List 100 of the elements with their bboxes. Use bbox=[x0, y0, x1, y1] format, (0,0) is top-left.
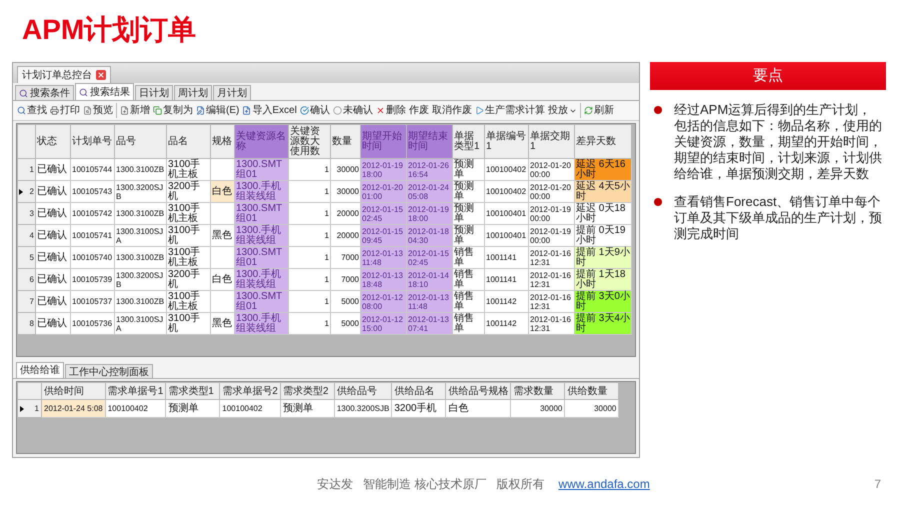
table-cell: 1300.手机组装线组 bbox=[234, 180, 288, 202]
row-pointer-icon bbox=[20, 406, 24, 412]
close-icon[interactable] bbox=[96, 70, 106, 80]
table-cell: 2012-01-18 04:30 bbox=[406, 224, 452, 246]
bullet-text: 查看销售Forecast、销售订单中每个订单及其下级单成品的生产计划，预测完成时间 bbox=[674, 194, 883, 242]
table-cell: 2012-01-15 02:45 bbox=[360, 202, 406, 224]
column-header[interactable]: 品号 bbox=[114, 124, 166, 158]
check-circle-icon bbox=[300, 106, 309, 115]
new-document-icon bbox=[120, 106, 129, 115]
table-cell: 100100402 bbox=[484, 158, 528, 180]
toolbar-button[interactable]: 未确认 bbox=[332, 103, 373, 118]
toolbar-button[interactable]: 新增 bbox=[120, 103, 150, 118]
tab[interactable]: 供给给谁 bbox=[16, 362, 64, 378]
table-cell: 已确认 bbox=[36, 180, 70, 202]
table-cell: 1 bbox=[288, 158, 330, 180]
column-header[interactable]: 单据编号1 bbox=[484, 124, 528, 158]
column-header[interactable]: 供给品名 bbox=[392, 382, 446, 400]
table-cell: 白色 bbox=[210, 180, 234, 202]
table-cell: 销售单 bbox=[452, 246, 484, 268]
table-cell: 3100手机主板 bbox=[166, 246, 210, 268]
table-cell: 3100手机 bbox=[166, 224, 210, 246]
table-cell: 1 bbox=[288, 268, 330, 290]
table-cell: 预测单 bbox=[452, 158, 484, 180]
tab[interactable]: 工作中心控制面板 bbox=[65, 364, 153, 378]
column-header[interactable]: 品名 bbox=[166, 124, 210, 158]
toolbar-button[interactable]: 刷新 bbox=[584, 103, 614, 118]
toolbar-button[interactable]: 编辑(E) bbox=[196, 103, 240, 118]
table-cell: 100100401 bbox=[484, 202, 528, 224]
toolbar-button[interactable]: 打印 bbox=[50, 103, 80, 118]
table-cell: 20000 bbox=[330, 202, 360, 224]
table-cell: 3100手机主板 bbox=[166, 290, 210, 312]
table-cell: 3100手机主板 bbox=[166, 158, 210, 180]
tab[interactable]: 日计划 bbox=[135, 85, 173, 100]
table-cell: 1300.手机组装线组 bbox=[234, 224, 288, 246]
table-cell: 100105739 bbox=[70, 268, 114, 290]
toolbar-button[interactable]: 确认 bbox=[300, 103, 330, 118]
table-cell: 预测单 bbox=[452, 180, 484, 202]
table-cell: 已确认 bbox=[36, 268, 70, 290]
table-cell: 100105737 bbox=[70, 290, 114, 312]
toolbar-button[interactable]: 删除 bbox=[376, 103, 406, 118]
table-cell: 2012-01-19 00:00 bbox=[528, 202, 574, 224]
table-cell: 3200手机 bbox=[392, 400, 446, 418]
table-cell: 1 bbox=[288, 246, 330, 268]
column-header[interactable]: 单据交期1 bbox=[528, 124, 574, 158]
document-search-icon bbox=[83, 106, 92, 115]
column-header[interactable]: 供给数量 bbox=[564, 382, 619, 400]
tab[interactable]: 月计划 bbox=[213, 85, 251, 100]
column-header[interactable]: 数量 bbox=[330, 124, 360, 158]
window-tab[interactable]: 计划订单总控台 bbox=[17, 66, 111, 83]
toolbar-button[interactable]: 取消作废 bbox=[432, 103, 472, 118]
column-header[interactable]: 规格 bbox=[210, 124, 234, 158]
row-number: 4 bbox=[18, 224, 36, 246]
column-header[interactable]: 计划单号 bbox=[70, 124, 114, 158]
play-icon bbox=[474, 106, 484, 115]
table-cell: 7000 bbox=[330, 268, 360, 290]
column-header[interactable]: 需求单据号2 bbox=[220, 382, 280, 400]
tab[interactable]: 周计划 bbox=[174, 85, 212, 100]
table-cell: 2012-01-13 18:48 bbox=[360, 268, 406, 290]
toolbar-button[interactable]: 生产需求计算 bbox=[474, 103, 545, 118]
column-header[interactable]: 供给时间 bbox=[42, 382, 106, 400]
table-cell: 1001141 bbox=[484, 246, 528, 268]
column-header[interactable]: 供给品号规格 bbox=[446, 382, 511, 400]
table-cell: 预测单 bbox=[280, 400, 334, 418]
table-cell: 2012-01-12 08:00 bbox=[360, 290, 406, 312]
column-header[interactable]: 供给品号 bbox=[334, 382, 392, 400]
column-header[interactable]: 需求类型2 bbox=[280, 382, 334, 400]
toolbar-button[interactable]: 查找 bbox=[17, 103, 47, 118]
row-number: 5 bbox=[18, 246, 36, 268]
table-cell: 2012-01-16 12:31 bbox=[528, 312, 574, 334]
row-number: 6 bbox=[18, 268, 36, 290]
tab[interactable]: 搜索结果 bbox=[75, 83, 134, 100]
table-cell: 2012-01-15 02:45 bbox=[406, 246, 452, 268]
table-cell: 已确认 bbox=[36, 312, 70, 334]
table-cell: 3200手机 bbox=[166, 180, 210, 202]
column-header[interactable]: 需求单据号1 bbox=[105, 382, 166, 400]
toolbar-button[interactable]: 复制为 bbox=[153, 103, 193, 118]
column-header[interactable]: 单据类型1 bbox=[452, 124, 484, 158]
toolbar-button[interactable]: 导入Excel bbox=[242, 103, 297, 118]
toolbar-button[interactable]: 作废 bbox=[408, 103, 429, 118]
table-cell: 1001142 bbox=[484, 312, 528, 334]
column-header[interactable]: 需求数量 bbox=[510, 382, 565, 400]
column-header[interactable]: 差异天数 bbox=[574, 124, 632, 158]
toolbar-button[interactable]: 投放 bbox=[548, 103, 577, 118]
table-cell: 2012-01-19 18:00 bbox=[406, 202, 452, 224]
row-pointer-icon bbox=[19, 188, 23, 194]
column-header[interactable]: 需求类型1 bbox=[166, 382, 220, 400]
row-number: 1 bbox=[18, 158, 36, 180]
table-cell: 2012-01-16 12:31 bbox=[528, 246, 574, 268]
table-cell: 2012-01-12 15:00 bbox=[360, 312, 406, 334]
table-cell: 2012-01-19 00:00 bbox=[528, 224, 574, 246]
toolbar-button[interactable]: 预览 bbox=[83, 103, 113, 118]
table-cell: 100105742 bbox=[70, 202, 114, 224]
table-cell: 1300.3200SJB bbox=[334, 400, 392, 418]
column-header[interactable]: 状态 bbox=[36, 124, 70, 158]
website-link[interactable]: www.andafa.com bbox=[558, 475, 650, 493]
table-cell: 已确认 bbox=[36, 246, 70, 268]
tab[interactable]: 搜索条件 bbox=[15, 85, 74, 100]
table-cell: 100100401 bbox=[484, 224, 528, 246]
column-header[interactable]: 关键资源数大使用数 bbox=[288, 124, 330, 158]
bullet-text: 经过APM运算后得到的生产计划，包括的信息如下：物品名称，使用的关键资源，数量，期望的开始时间，期望的结束时间，计划来源，计划供给给谁，单据预测交期，差异天数 bbox=[674, 102, 883, 182]
